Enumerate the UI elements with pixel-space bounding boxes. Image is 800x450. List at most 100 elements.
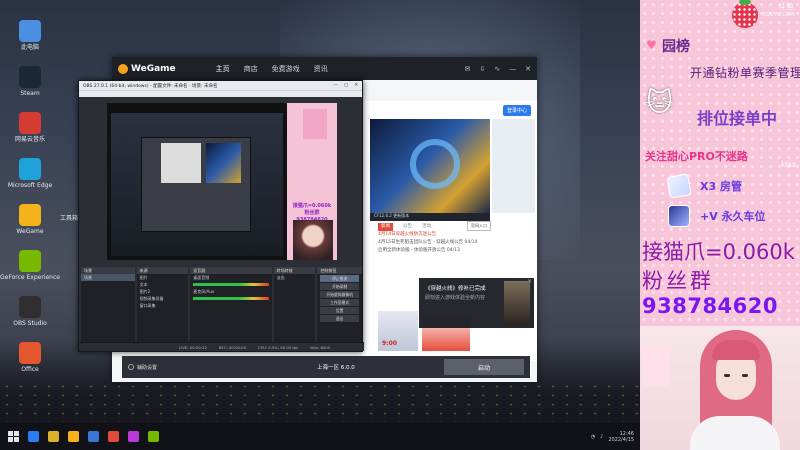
fans-group-number: 938784620	[642, 294, 779, 318]
wegame-topbar: WeGame 主页 商店 免费游戏 资讯 ✉ ⇩ ∿ — ✕	[112, 57, 537, 80]
news-item[interactable]: 4月15日生死狙击团队公告 - 穿越火线公告 04/14	[378, 239, 488, 247]
source-item[interactable]: 视频采集设备	[137, 295, 189, 302]
edge-icon	[19, 158, 41, 180]
desktop-icon-obs[interactable]: OBS Studio	[6, 296, 54, 340]
volume-meter[interactable]	[193, 283, 269, 286]
scenes-dock: 场景 场景	[81, 267, 135, 342]
sources-dock: 来源 图片 文本 图片2 视频采集设备 窗口采集	[136, 267, 189, 342]
wegame-nav-news[interactable]: 资讯	[314, 64, 328, 74]
server-select[interactable]: 上海一区 6.0.0	[317, 363, 355, 371]
launch-game-button[interactable]: 启动	[444, 359, 524, 375]
obs-preview[interactable]: 接猫爪=0.060k 粉丝群 938784620	[107, 103, 337, 260]
studio-mode-button[interactable]: 工作室模式	[320, 299, 359, 306]
taskbar-app-icon[interactable]	[108, 431, 119, 442]
desktop-icon-geforce[interactable]: GeForce Experience	[0, 250, 60, 294]
message-icon[interactable]: ✉	[465, 65, 471, 73]
follow-text: 关注甜心PRO不迷路	[645, 150, 748, 163]
transition-select[interactable]: 淡出	[274, 274, 316, 281]
controls-dock: 控制按钮 停止推流 开始录制 开始虚拟摄像机 工作室模式 设置 退出	[317, 267, 362, 342]
clock[interactable]: 12:46 2022/4/15	[608, 431, 634, 443]
start-recording-button[interactable]: 开始录制	[320, 283, 359, 290]
office-icon	[19, 342, 41, 364]
banner-side-panel	[492, 119, 535, 213]
exit-button[interactable]: 退出	[320, 315, 359, 322]
webcam-body	[690, 416, 780, 450]
wegame-nav-free[interactable]: 免费游戏	[272, 64, 300, 74]
login-center-button[interactable]: 登录中心	[502, 105, 531, 116]
preview-overlay-strawberry	[303, 109, 327, 139]
close-icon[interactable]: ✕	[525, 65, 531, 73]
network-icon[interactable]: ◔	[591, 434, 595, 440]
scene-item[interactable]: 场景	[81, 274, 135, 281]
parking-row: +V 永久车位	[668, 205, 766, 227]
news-tab-notice[interactable]: 公告	[403, 223, 412, 231]
room-admin-row: X3 房管	[666, 173, 742, 199]
taskbar-app-icon[interactable]	[68, 431, 79, 442]
source-item[interactable]: 图片	[137, 274, 189, 281]
heart-icon: ♥	[646, 38, 657, 52]
taskbar-app-icon[interactable]	[48, 431, 59, 442]
webcam-background	[642, 346, 670, 386]
stop-streaming-button[interactable]: 停止推流	[320, 275, 359, 282]
official-site-link[interactable]: 官网入口	[467, 221, 491, 231]
webcam-eye	[724, 374, 730, 377]
webcam-feed	[640, 326, 800, 450]
source-item[interactable]: 文本	[137, 281, 189, 288]
taskbar-app-icon[interactable]	[88, 431, 99, 442]
obs-status-bar: LIVE: 00:50:22 REC: 00:00:00 CPU: 4.5%, …	[79, 342, 364, 351]
desktop-icon-this-pc[interactable]: 此电脑	[6, 20, 54, 64]
webcam-eye	[742, 374, 748, 377]
banner-swirl	[410, 139, 460, 189]
desktop-icon-office[interactable]: Office	[6, 342, 54, 386]
banner-caption: CF12.6.2 更新版本	[370, 213, 490, 221]
obs-menu-bar	[79, 90, 362, 97]
pulse-icon[interactable]: ∿	[494, 65, 500, 73]
maximize-icon[interactable]: □	[344, 83, 348, 88]
volume-icon[interactable]: ♪	[600, 434, 603, 440]
wegame-nav: 主页 商店 免费游戏 资讯	[216, 64, 328, 74]
steam-icon	[19, 66, 41, 88]
virtual-camera-button[interactable]: 开始虚拟摄像机	[320, 291, 359, 298]
taskbar-app-icon[interactable]	[28, 431, 39, 442]
preview-webcam	[293, 220, 333, 260]
panel-banner: 开通钻粉单赛季管理	[690, 66, 800, 80]
download-icon[interactable]: ⇩	[479, 65, 485, 73]
desktop-icon-wegame[interactable]: WeGame	[6, 204, 54, 248]
news-tab-news[interactable]: 新闻	[378, 223, 393, 231]
settings-checkbox[interactable]	[128, 364, 134, 370]
desktop: 此电脑 Steam 网易云音乐 Microsoft Edge WeGame Ge…	[0, 0, 640, 450]
panel-title: 园榜	[662, 39, 690, 55]
settings-button[interactable]: 设置	[320, 307, 359, 314]
minimize-icon[interactable]: —	[333, 83, 338, 88]
game-banner[interactable]	[370, 119, 490, 213]
douyu-watermark: 斗鱼 DOUYU.COM	[762, 2, 795, 19]
computer-icon	[19, 20, 41, 42]
promo-card[interactable]: 9:00	[378, 311, 418, 351]
stream-overlay-panel: 斗鱼 DOUYU.COM ♥ 园榜 开通钻粉单赛季管理 🐱 排位接单中 关注甜心…	[640, 0, 800, 450]
window-controls: — □ ✕	[333, 83, 362, 88]
news-tab-event[interactable]: 活动	[422, 223, 431, 231]
minimize-icon[interactable]: —	[509, 65, 516, 73]
obs-icon	[19, 296, 41, 318]
volume-meter[interactable]	[193, 297, 269, 300]
update-notification[interactable]: ✕ 《穿越火线》修补已完成 即刻进入游戏体验全新内容	[419, 278, 534, 328]
taskbar-app-icon[interactable]	[148, 431, 159, 442]
desktop-icon-edge[interactable]: Microsoft Edge	[6, 158, 54, 202]
taskbar-app-icon[interactable]	[128, 431, 139, 442]
source-item[interactable]: 图片2	[137, 288, 189, 295]
strawberry-icon	[732, 0, 758, 28]
wegame-nav-store[interactable]: 商店	[244, 64, 258, 74]
wegame-logo-icon	[118, 63, 128, 74]
wegame-nav-home[interactable]: 主页	[216, 64, 230, 74]
kiss-text: kiss	[780, 160, 796, 169]
news-headline[interactable]: 4月14日穿越火线防沉迷公告	[378, 231, 488, 239]
windows-start-icon[interactable]	[8, 431, 19, 442]
desktop-icon-steam[interactable]: Steam	[6, 66, 54, 110]
fans-group-label: 粉丝群	[642, 269, 714, 293]
source-item[interactable]: 窗口采集	[137, 302, 189, 309]
desktop-icon-column: 此电脑 Steam 网易云音乐 Microsoft Edge WeGame Ge…	[0, 20, 60, 388]
close-icon[interactable]: ✕	[354, 83, 358, 88]
obs-window: OBS 27.0.1 (64-bit, windows) - 配置文件: 未命名…	[78, 80, 364, 352]
news-item[interactable]: 启用全新体验服 - 体验服开放公告 04/13	[378, 247, 488, 255]
desktop-icon-netease-music[interactable]: 网易云音乐	[6, 112, 54, 156]
